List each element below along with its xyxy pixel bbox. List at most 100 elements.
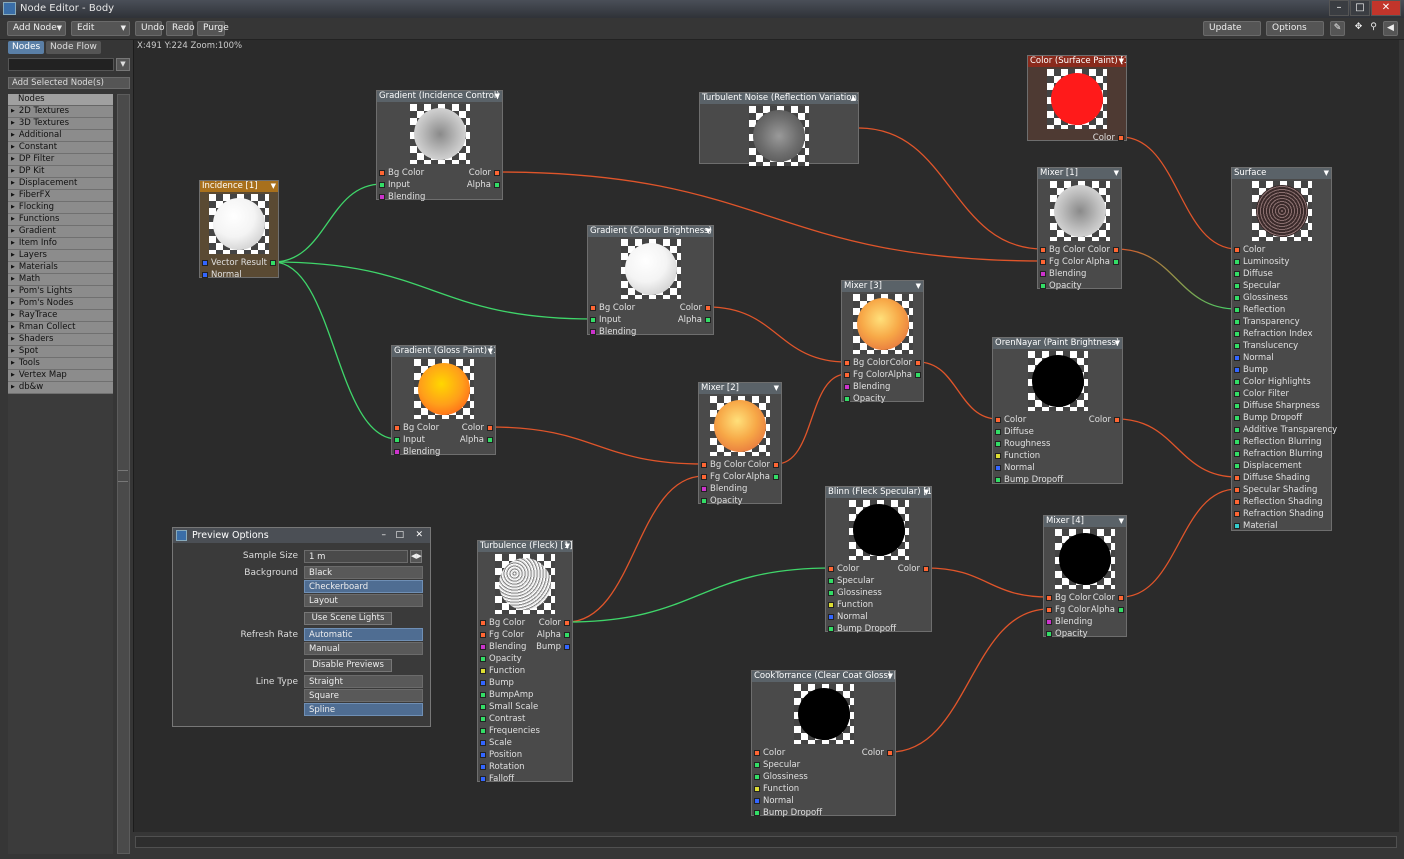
port-connector[interactable] bbox=[1234, 415, 1240, 421]
port-connector[interactable] bbox=[480, 716, 486, 722]
output-port[interactable]: Color bbox=[1093, 592, 1124, 604]
port-connector[interactable] bbox=[1234, 379, 1240, 385]
port-connector[interactable] bbox=[1234, 511, 1240, 517]
port-connector[interactable] bbox=[754, 750, 760, 756]
connection-wire[interactable] bbox=[858, 127, 1044, 250]
node-mixer2[interactable]: Mixer [2] ▼ Bg Color Fg Color Blending Opacit… bbox=[698, 382, 782, 506]
preview-options-header[interactable]: Preview Options – □ ✕ bbox=[173, 528, 430, 543]
port-connector[interactable] bbox=[1234, 247, 1240, 253]
node-grad-gp[interactable]: Gradient (Gloss Paint) [1] ▼ Bg Color Input… bbox=[391, 345, 496, 457]
input-port[interactable]: Blending bbox=[701, 483, 747, 495]
node-cook[interactable]: CookTorrance (Clear Coat Gloss) [1] ▼ Colo… bbox=[751, 670, 896, 819]
input-port[interactable]: Refraction Blurring bbox=[1234, 448, 1323, 460]
connection-wire[interactable] bbox=[775, 373, 848, 465]
port-connector[interactable] bbox=[701, 486, 707, 492]
input-port[interactable]: Bg Color bbox=[844, 357, 889, 369]
port-connector[interactable] bbox=[202, 260, 208, 266]
connection-wire[interactable] bbox=[566, 475, 705, 623]
node-header[interactable]: Turbulence (Fleck) [1] ▼ bbox=[478, 541, 572, 552]
port-connector[interactable] bbox=[480, 740, 486, 746]
port-connector[interactable] bbox=[480, 752, 486, 758]
connection-wire[interactable] bbox=[496, 171, 1044, 262]
port-connector[interactable] bbox=[701, 474, 707, 480]
input-port[interactable]: Blending bbox=[590, 326, 636, 338]
input-port[interactable]: Color bbox=[754, 747, 785, 759]
input-port[interactable]: Luminosity bbox=[1234, 256, 1289, 268]
port-connector[interactable] bbox=[1234, 259, 1240, 265]
connection-wire[interactable] bbox=[272, 261, 398, 440]
port-connector[interactable] bbox=[754, 798, 760, 804]
port-connector[interactable] bbox=[1234, 271, 1240, 277]
panel-maximize-icon[interactable]: □ bbox=[395, 528, 404, 543]
input-port[interactable]: Bg Color bbox=[1046, 592, 1091, 604]
output-port[interactable]: Color bbox=[748, 459, 779, 471]
connection-wire[interactable] bbox=[272, 183, 383, 263]
node-header[interactable]: Turbulent Noise (Reflection Variation) [… bbox=[700, 93, 858, 104]
refresh-option-automatic[interactable]: Automatic bbox=[304, 628, 423, 641]
port-connector[interactable] bbox=[995, 441, 1001, 447]
input-port[interactable]: Fg Color bbox=[480, 629, 524, 641]
output-port[interactable]: Alpha bbox=[746, 471, 779, 483]
node-turb-fleck[interactable]: Turbulence (Fleck) [1] ▼ Bg Color Fg Color B… bbox=[477, 540, 573, 784]
input-port[interactable]: Rotation bbox=[480, 761, 525, 773]
input-port[interactable]: Specular Shading bbox=[1234, 484, 1317, 496]
input-port[interactable]: Function bbox=[754, 783, 799, 795]
port-connector[interactable] bbox=[828, 590, 834, 596]
input-port[interactable]: Roughness bbox=[995, 438, 1050, 450]
output-port[interactable]: Alpha bbox=[678, 314, 711, 326]
port-connector[interactable] bbox=[379, 170, 385, 176]
port-connector[interactable] bbox=[844, 372, 850, 378]
port-connector[interactable] bbox=[379, 182, 385, 188]
node-surface[interactable]: Surface ▼ Color Luminosity Diffuse Specular Gl… bbox=[1231, 167, 1337, 531]
input-port[interactable]: Glossiness bbox=[828, 587, 882, 599]
input-port[interactable]: Normal bbox=[754, 795, 794, 807]
sample-size-input[interactable]: 1 m bbox=[304, 550, 408, 563]
input-port[interactable]: Blending bbox=[480, 641, 526, 653]
disable-previews-button[interactable]: Disable Previews bbox=[304, 659, 392, 672]
node-header[interactable]: Gradient (Colour Brightness) [1] ▼ bbox=[588, 226, 713, 237]
output-port[interactable]: Color bbox=[462, 422, 493, 434]
input-port[interactable]: Normal bbox=[995, 462, 1035, 474]
input-port[interactable]: Color bbox=[1234, 244, 1265, 256]
input-port[interactable]: Fg Color bbox=[1046, 604, 1090, 616]
node-oren[interactable]: OrenNayar (Paint Brightness) [1] ▼ Color Di… bbox=[992, 337, 1123, 485]
sample-size-stepper[interactable]: ◀▶ bbox=[410, 550, 422, 563]
panel-close-icon[interactable]: ✕ bbox=[415, 528, 423, 543]
node-header[interactable]: Gradient (Gloss Paint) [1] ▼ bbox=[392, 346, 495, 357]
node-color-sp[interactable]: Color (Surface Paint) [1] ▼ Color bbox=[1027, 55, 1127, 144]
port-connector[interactable] bbox=[480, 632, 486, 638]
input-port[interactable]: Bump Dropoff bbox=[754, 807, 822, 819]
input-port[interactable]: Specular bbox=[1234, 280, 1280, 292]
port-connector[interactable] bbox=[1234, 403, 1240, 409]
port-connector[interactable] bbox=[773, 462, 779, 468]
use-scene-lights-button[interactable]: Use Scene Lights bbox=[304, 612, 392, 625]
port-connector[interactable] bbox=[480, 764, 486, 770]
port-connector[interactable] bbox=[844, 384, 850, 390]
port-connector[interactable] bbox=[480, 656, 486, 662]
input-port[interactable]: Diffuse Sharpness bbox=[1234, 400, 1320, 412]
bg-option-black[interactable]: Black bbox=[304, 566, 423, 579]
port-connector[interactable] bbox=[494, 170, 500, 176]
input-port[interactable]: Additive Transparency bbox=[1234, 424, 1337, 436]
input-port[interactable]: Normal bbox=[828, 611, 868, 623]
node-collapse-icon[interactable]: ▼ bbox=[706, 226, 711, 236]
port-connector[interactable] bbox=[828, 626, 834, 632]
port-connector[interactable] bbox=[915, 372, 921, 378]
output-port[interactable]: Color bbox=[469, 167, 500, 179]
input-port[interactable]: Function bbox=[480, 665, 525, 677]
input-port[interactable]: Specular bbox=[828, 575, 874, 587]
port-connector[interactable] bbox=[379, 194, 385, 200]
node-collapse-icon[interactable]: ▲ bbox=[851, 93, 856, 103]
input-port[interactable]: Bump Dropoff bbox=[828, 623, 896, 635]
input-port[interactable]: Glossiness bbox=[754, 771, 808, 783]
connection-wire[interactable] bbox=[489, 426, 705, 465]
connection-wire[interactable] bbox=[925, 567, 1050, 598]
input-port[interactable]: Normal bbox=[1234, 352, 1274, 364]
input-port[interactable]: Blending bbox=[1046, 616, 1092, 628]
port-connector[interactable] bbox=[1040, 247, 1046, 253]
output-port[interactable]: Color bbox=[1093, 132, 1124, 144]
input-port[interactable]: BumpAmp bbox=[480, 689, 533, 701]
port-connector[interactable] bbox=[1234, 439, 1240, 445]
port-connector[interactable] bbox=[995, 453, 1001, 459]
output-port[interactable]: Alpha bbox=[1086, 256, 1119, 268]
